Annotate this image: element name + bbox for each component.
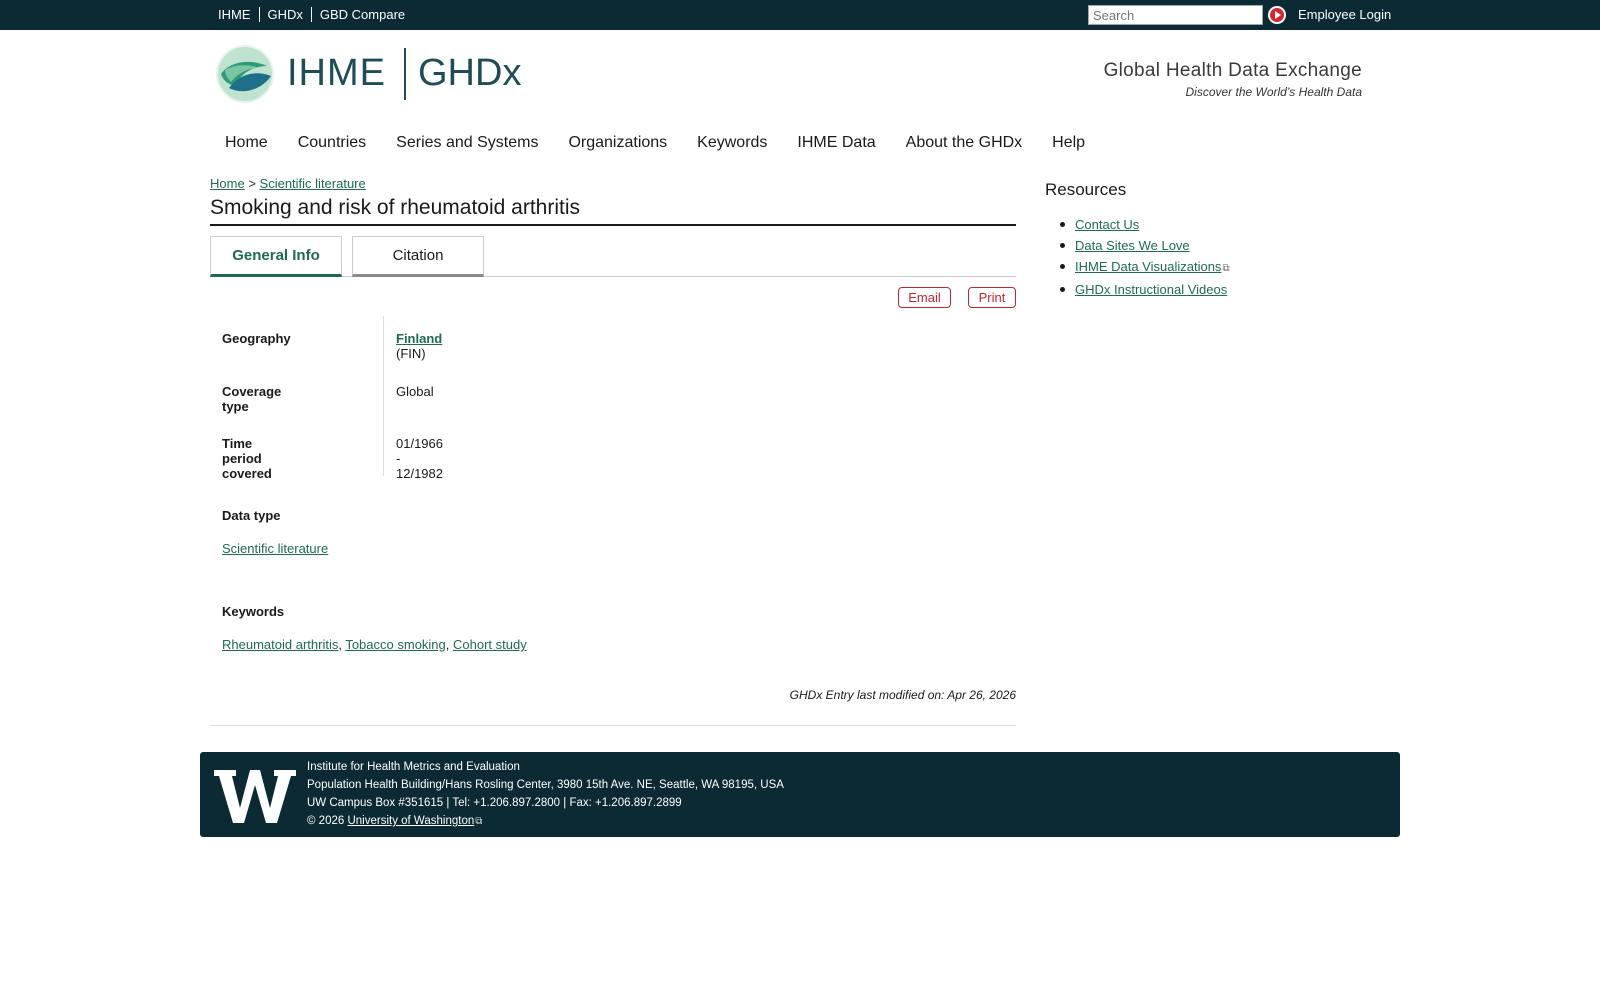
resources-item: Data Sites We Love <box>1058 235 1230 256</box>
footer-line-institute: Institute for Health Metrics and Evaluat… <box>307 761 520 773</box>
keywords-label: Keywords <box>222 604 285 619</box>
geography-label: Geography <box>222 331 291 346</box>
top-link-ghdx[interactable]: GHDx <box>258 7 311 22</box>
geography-code: (FIN) <box>396 346 426 361</box>
content-divider <box>210 725 1016 726</box>
geography-value: Finland (FIN) <box>396 331 442 361</box>
ihme-data-visualizations-link[interactable]: IHME Data Visualizations <box>1075 259 1221 274</box>
tagline-title: Global Health Data Exchange <box>1103 60 1362 81</box>
footer: Institute for Health Metrics and Evaluat… <box>200 752 1400 837</box>
uw-logo-icon[interactable] <box>214 768 296 824</box>
geography-link[interactable]: Finland <box>396 331 442 346</box>
nav-item-organizations[interactable]: Organizations <box>568 134 667 152</box>
resources-item: IHME Data Visualizations⧉ <box>1058 256 1230 279</box>
keyword-link[interactable]: Tobacco smoking <box>345 637 445 652</box>
breadcrumb-current-link[interactable]: Scientific literature <box>260 176 366 191</box>
resources-title: Resources <box>1045 180 1127 199</box>
nav-item-series-and-systems[interactable]: Series and Systems <box>396 134 538 152</box>
employee-login-link[interactable]: Employee Login <box>1298 7 1391 22</box>
top-link-gbd-compare[interactable]: GBD Compare <box>310 7 413 22</box>
top-links: IHME GHDx GBD Compare <box>218 7 413 22</box>
footer-text: Institute for Health Metrics and Evaluat… <box>307 758 784 831</box>
ihme-logo-icon[interactable] <box>215 44 275 104</box>
nav-item-help[interactable]: Help <box>1052 134 1085 152</box>
external-link-icon: ⧉ <box>1222 263 1230 274</box>
nav-item-keywords[interactable]: Keywords <box>697 134 767 152</box>
logo-ghdx-text[interactable]: GHDx <box>418 52 521 95</box>
keyword-link[interactable]: Cohort study <box>453 637 527 652</box>
nav-item-about-the-ghdx[interactable]: About the GHDx <box>906 134 1023 152</box>
search-go-icon[interactable] <box>1268 6 1286 24</box>
breadcrumb-separator: > <box>248 176 256 191</box>
logo-ihme-text[interactable]: IHME <box>287 52 386 95</box>
page-title: Smoking and risk of rheumatoid arthritis <box>210 196 1016 226</box>
nav-item-ihme-data[interactable]: IHME Data <box>797 134 875 152</box>
data-type-link[interactable]: Scientific literature <box>222 541 328 556</box>
nav-item-home[interactable]: Home <box>225 134 268 152</box>
info-table-divider <box>383 316 384 476</box>
external-link-icon: ⧉ <box>475 816 483 827</box>
tab-general-info[interactable]: General Info <box>210 236 342 277</box>
data-type-value: Scientific literature <box>222 541 328 556</box>
keywords-list: Rheumatoid arthritis, Tobacco smoking, C… <box>222 637 527 652</box>
tagline-subtitle: Discover the World’s Health Data <box>1185 85 1362 99</box>
top-link-ihme[interactable]: IHME <box>218 7 259 22</box>
coverage-type-value: Global <box>396 384 434 399</box>
coverage-type-label: Coverage type <box>222 384 282 414</box>
breadcrumb-home-link[interactable]: Home <box>210 176 245 191</box>
data-type-label: Data type <box>222 508 281 523</box>
footer-line-copyright: © 2026 University of Washington⧉ <box>307 812 784 831</box>
university-of-washington-link[interactable]: University of Washington <box>347 815 474 827</box>
tab-citation[interactable]: Citation <box>352 236 484 277</box>
search-input[interactable] <box>1088 5 1263 25</box>
top-bar: IHME GHDx GBD Compare Employee Login <box>0 0 1600 30</box>
copyright-text: © 2026 <box>307 815 345 827</box>
contact-us-link[interactable]: Contact Us <box>1075 217 1139 232</box>
resources-item: GHDx Instructional Videos <box>1058 279 1230 300</box>
logo-divider <box>404 48 406 100</box>
resources-item: Contact Us <box>1058 214 1230 235</box>
data-sites-we-love-link[interactable]: Data Sites We Love <box>1075 238 1190 253</box>
footer-line-address: Population Health Building/Hans Rosling … <box>307 779 784 791</box>
time-period-value: 01/1966 - 12/1982 <box>396 436 443 481</box>
main-nav: Home Countries Series and Systems Organi… <box>225 134 1115 152</box>
print-button[interactable]: Print <box>968 287 1016 308</box>
resources-list: Contact Us Data Sites We Love IHME Data … <box>1058 214 1230 300</box>
last-modified-text: GHDx Entry last modified on: Apr 26, 202… <box>789 688 1016 702</box>
breadcrumb: Home > Scientific literature <box>210 176 366 191</box>
time-period-label: Time period covered <box>222 436 272 481</box>
ghdx-instructional-videos-link[interactable]: GHDx Instructional Videos <box>1075 282 1227 297</box>
tab-bar: General Info Citation <box>210 236 1016 277</box>
keyword-link[interactable]: Rheumatoid arthritis <box>222 637 338 652</box>
email-button[interactable]: Email <box>898 287 951 308</box>
footer-line-contact: UW Campus Box #351615 | Tel: +1.206.897.… <box>307 797 682 809</box>
nav-item-countries[interactable]: Countries <box>298 134 366 152</box>
